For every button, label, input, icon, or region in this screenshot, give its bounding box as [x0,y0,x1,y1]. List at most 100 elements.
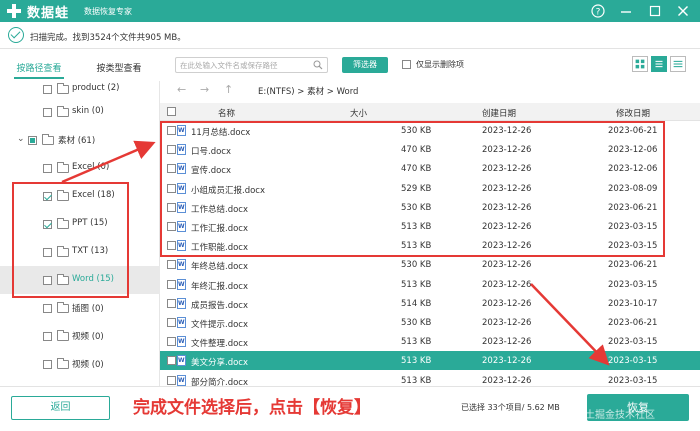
forward-arrow-icon[interactable]: → [200,83,209,96]
annotation-box-files [160,121,665,257]
file-modified: 2023-03-15 [608,375,658,386]
folder-icon [57,162,69,173]
file-size: 513 KB [401,375,432,386]
deleted-only-checkbox[interactable] [402,60,411,69]
detail-view-icon[interactable] [670,56,686,72]
search-input[interactable] [180,59,304,71]
deleted-only-label: 仅显示删除项 [416,60,464,69]
header-created[interactable]: 创建日期 [482,107,516,119]
scan-complete-icon [8,27,24,43]
select-all-checkbox[interactable] [167,107,176,116]
docx-file-icon [177,259,186,271]
tree-item[interactable]: 视频 (0) [0,350,160,378]
table-row[interactable]: 文件提示.docx 530 KB 2023-12-26 2023-06-21 [160,313,700,332]
tree-item-checkbox[interactable] [43,108,52,117]
table-row[interactable]: 美文分享.docx 513 KB 2023-12-26 2023-03-15 [160,351,700,371]
selection-info: 已选择 33个项目/ 5.62 MB [461,403,560,412]
file-created: 2023-12-26 [482,318,532,328]
table-row[interactable]: 年终汇报.docx 513 KB 2023-12-26 2023-03-15 [160,275,700,294]
watermark: @稀土掘金技术社区 [565,410,655,421]
file-modified: 2023-06-21 [608,260,658,271]
file-size: 514 KB [401,298,432,309]
app-subtitle: 数据恢复专家 [84,7,132,16]
tree-item-label: skin (0) [72,106,104,116]
tree-item[interactable]: skin (0) [0,98,160,126]
filter-button[interactable]: 筛选器 [342,57,388,73]
file-size: 513 KB [401,356,432,367]
tree-item-checkbox[interactable] [43,164,52,173]
tree-item-label: Excel (0) [72,162,110,172]
file-created: 2023-12-26 [482,337,532,348]
docx-file-icon [177,355,186,367]
tree-item-checkbox[interactable] [43,332,52,341]
instruction-annotation: 完成文件选择后，点击【恢复】 [133,398,371,418]
row-checkbox[interactable] [167,298,176,308]
docx-file-icon [177,297,186,309]
table-row[interactable]: 文件整理.docx 513 KB 2023-12-26 2023-03-15 [160,332,700,351]
row-checkbox[interactable] [167,318,176,327]
file-created: 2023-12-26 [482,375,532,386]
header-modified[interactable]: 修改日期 [616,107,650,119]
tree-item-checkbox[interactable] [43,304,52,313]
row-checkbox[interactable] [167,337,176,347]
up-arrow-icon[interactable]: ↑ [224,83,233,96]
file-size: 530 KB [401,318,432,328]
tree-item-checkbox[interactable] [28,136,37,145]
tree-item-checkbox[interactable] [43,360,52,369]
file-created: 2023-12-26 [482,298,532,309]
tree-item[interactable]: 插图 (0) [0,294,160,322]
back-arrow-icon[interactable]: ← [177,83,186,96]
file-size: 513 KB [401,337,432,348]
file-size: 530 KB [401,260,432,271]
docx-file-icon [177,336,186,348]
header-name[interactable]: 名称 [218,107,235,119]
list-view-icon[interactable] [651,56,667,72]
logo-plus-icon [7,4,21,18]
tree-item[interactable]: 视频 (0) [0,322,160,350]
folder-icon [42,134,54,145]
close-icon[interactable] [675,3,691,19]
tree-item-label: 插图 (0) [72,304,104,314]
tree-item-label: 视频 (0) [72,332,104,342]
tree-item-label: 素材 (61) [58,136,96,146]
file-size: 513 KB [401,279,432,290]
back-button[interactable]: 返回 [11,396,110,420]
row-checkbox[interactable] [167,375,176,385]
folder-icon [57,302,69,313]
file-created: 2023-12-26 [482,260,532,271]
annotation-box-folders [12,182,129,298]
file-modified: 2023-03-15 [608,337,658,348]
table-row[interactable]: 成员报告.docx 514 KB 2023-12-26 2023-10-17 [160,294,700,313]
file-name: 文件提示.docx [191,320,249,330]
folder-icon [57,106,69,117]
file-name: 成员报告.docx [191,300,249,311]
help-icon[interactable]: ? [590,3,606,19]
search-icon[interactable] [313,60,323,70]
tree-item[interactable]: Excel (0) [0,154,160,182]
table-row[interactable]: 年终总结.docx 530 KB 2023-12-26 2023-06-21 [160,255,700,274]
table-header: 名称 大小 创建日期 修改日期 [160,103,700,121]
file-modified: 2023-03-15 [608,279,658,290]
tree-item-label: product (2) [72,83,120,93]
minimize-icon[interactable] [618,3,634,19]
row-checkbox[interactable] [167,356,176,366]
expand-chevron-icon[interactable]: ⌄ [17,134,25,144]
tree-item-label: 视频 (0) [72,360,104,370]
grid-view-icon[interactable] [632,56,648,72]
search-box[interactable] [175,57,328,73]
docx-file-icon [177,278,186,290]
row-checkbox[interactable] [167,260,176,270]
row-checkbox[interactable] [167,279,176,289]
tree-item[interactable]: ⌄ 素材 (61) [0,126,160,154]
folder-icon [57,330,69,341]
folder-icon [57,358,69,369]
maximize-icon[interactable] [647,3,663,19]
file-created: 2023-12-26 [482,356,532,367]
svg-text:?: ? [596,8,601,18]
docx-file-icon [177,317,186,328]
file-name: 文件整理.docx [191,339,249,350]
file-modified: 2023-10-17 [608,298,658,309]
header-size[interactable]: 大小 [350,107,367,119]
title-bar: 数据蛙 数据恢复专家 ? [0,0,700,22]
tree-item-checkbox[interactable] [43,85,52,94]
